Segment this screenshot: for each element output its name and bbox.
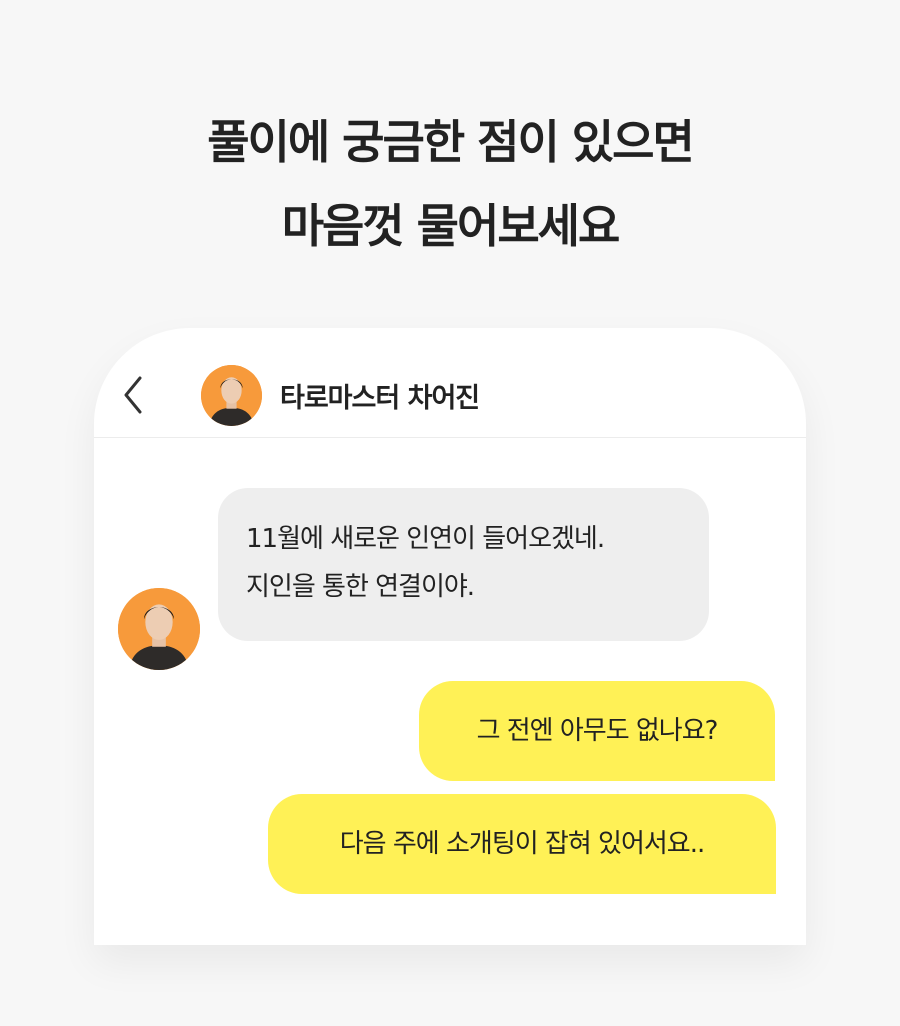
message-avatar[interactable] — [118, 588, 200, 670]
person-portrait-icon — [118, 588, 200, 670]
message-line: 11월에 새로운 인연이 들어오겠네. — [246, 524, 605, 554]
headline-line-2: 마음껏 물어보세요 — [281, 199, 621, 253]
chat-header: 타로마스터 차어진 — [94, 328, 806, 438]
message-line: 지인을 통한 연결이야. — [246, 572, 475, 602]
contact-avatar[interactable] — [201, 365, 262, 426]
outgoing-message-bubble: 그 전엔 아무도 없나요? — [419, 681, 775, 781]
outgoing-message-bubble: 다음 주에 소개팅이 잡혀 있어서요.. — [268, 794, 776, 894]
chevron-left-icon — [124, 376, 142, 414]
message-text: 그 전엔 아무도 없나요? — [476, 716, 719, 746]
person-portrait-icon — [201, 365, 262, 426]
message-text: 다음 주에 소개팅이 잡혀 있어서요.. — [339, 829, 705, 859]
back-button[interactable] — [118, 372, 150, 418]
incoming-message-bubble: 11월에 새로운 인연이 들어오겠네. 지인을 통한 연결이야. — [218, 488, 709, 641]
chat-screen: 타로마스터 차어진 11월에 새로운 인연이 들어오겠네. 지인을 통한 연결이… — [94, 328, 806, 945]
headline-line-1: 풀이에 궁금한 점이 있으면 — [207, 115, 695, 169]
headline: 풀이에 궁금한 점이 있으면 마음껏 물어보세요 — [0, 100, 900, 268]
contact-name: 타로마스터 차어진 — [280, 383, 480, 414]
